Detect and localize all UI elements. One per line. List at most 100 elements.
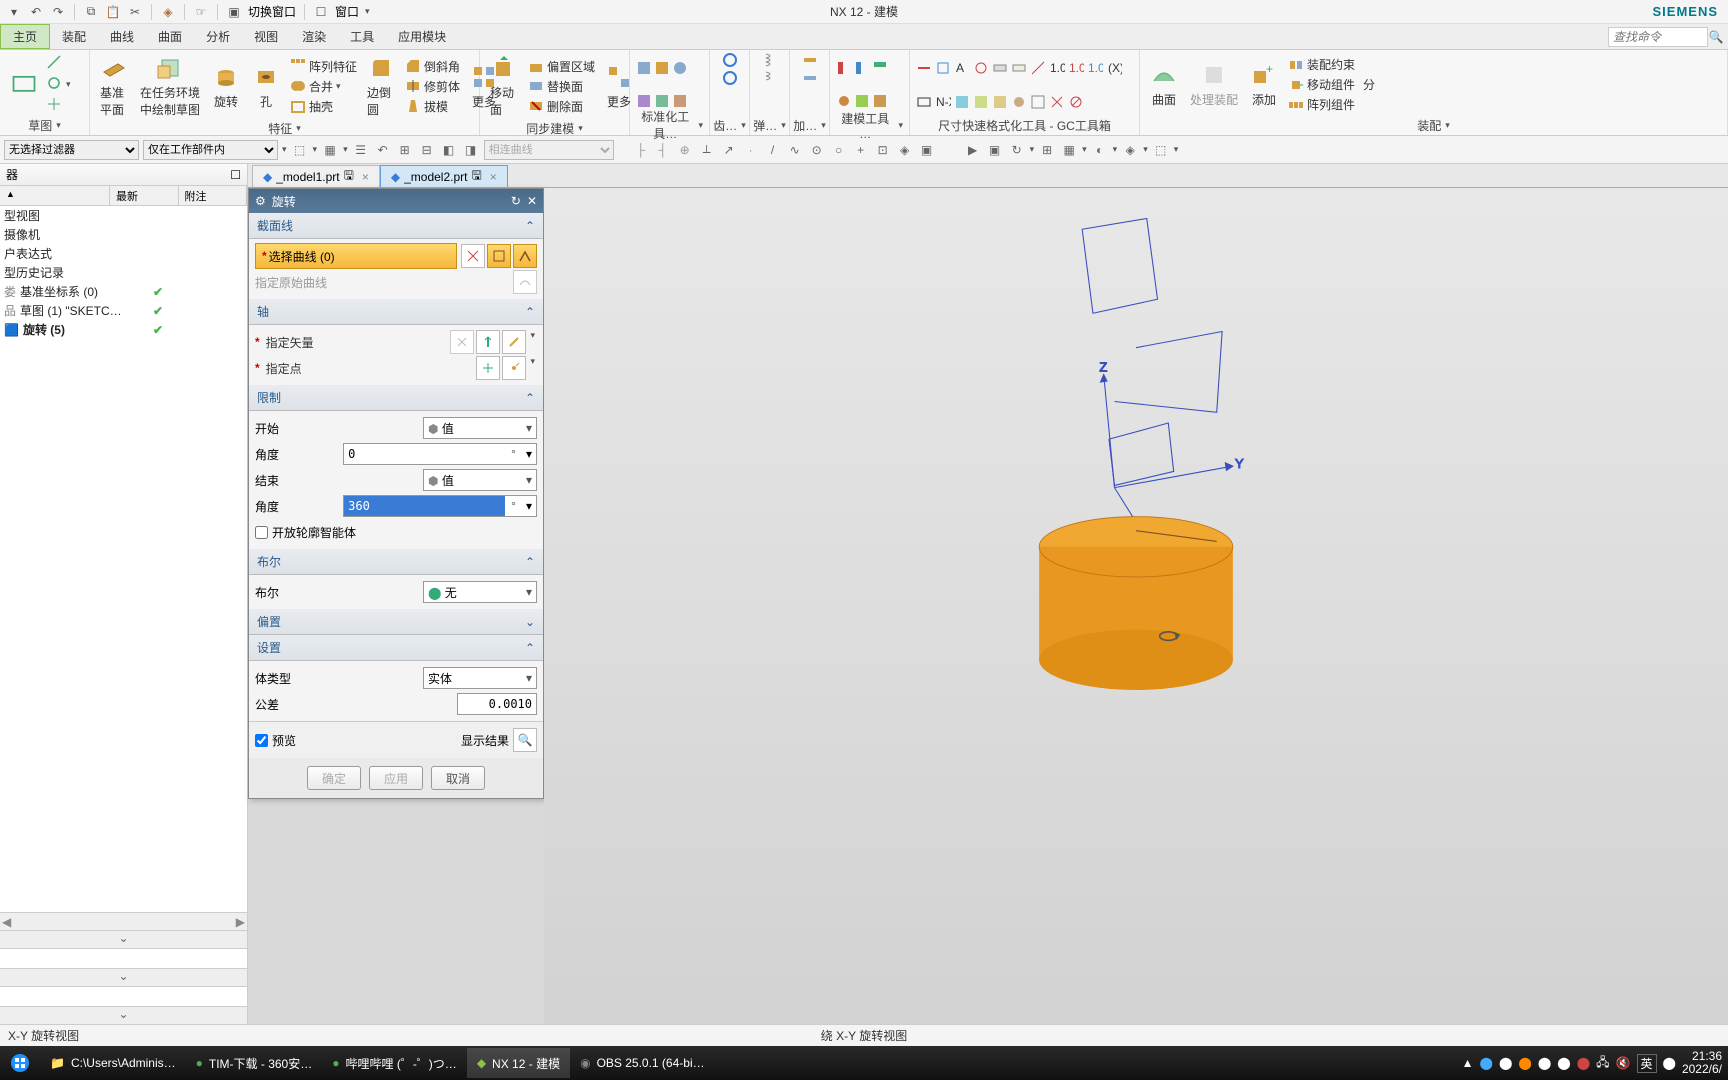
view-icon[interactable]: ◈ [1121,141,1139,159]
section-section-line[interactable]: 截面线⌃ [249,213,543,239]
snap-icon[interactable]: + [852,141,870,159]
sketch-rect-button[interactable] [6,69,42,101]
move-component-button[interactable]: 移动组件 [1286,75,1357,94]
chevron-down-icon[interactable]: ⌄ [525,615,535,629]
tree-row[interactable]: 型视图 [0,206,247,225]
ime-indicator[interactable]: 英 [1637,1054,1657,1073]
start-angle-input[interactable]: °▾ [343,443,537,465]
view-icon[interactable]: ↻ [1008,141,1026,159]
std-tool-icon[interactable] [636,60,652,76]
filter-icon[interactable]: ▦ [321,141,339,159]
volume-icon[interactable]: 🔇 [1616,1056,1631,1070]
pattern-component-button[interactable]: 阵列组件 [1286,95,1357,114]
show-result-button[interactable]: 🔍 [513,728,537,752]
reset-icon[interactable]: ↻ [511,194,521,208]
scope-filter[interactable]: 仅在工作部件内 [143,140,278,160]
bool-combo[interactable]: ⬤ 无▾ [423,581,537,603]
vector-constructor-button[interactable] [476,330,500,354]
cancel-button[interactable]: 取消 [431,766,485,790]
add-tool-icon[interactable] [802,52,818,68]
datum-plane-button[interactable]: 基准平面 [96,52,132,120]
section-axis[interactable]: 轴⌃ [249,299,543,325]
section-settings[interactable]: 设置⌃ [249,635,543,661]
nav-tree[interactable]: 型视图 摄像机 户表达式 型历史记录 娄基准坐标系 (0)✔ 品草图 (1) "… [0,206,247,912]
dim-tool-icon[interactable]: (X) [1106,60,1122,76]
tab-home[interactable]: 主页 [0,24,50,49]
sketch-env-button[interactable]: 在任务环境 中绘制草图 [136,52,204,120]
trim-button[interactable]: 修剪体 [403,77,462,96]
tab-surface[interactable]: 曲面 [146,24,194,49]
search-icon[interactable]: 🔍 [1708,29,1724,45]
dim-tool-icon[interactable] [1030,94,1046,110]
tray-icon[interactable]: ⬤ [1663,1056,1676,1070]
dim-tool-icon[interactable] [954,94,970,110]
snap-icon[interactable]: ∿ [786,141,804,159]
redo-icon[interactable]: ↷ [50,4,66,20]
draft-button[interactable]: 拔模 [403,97,462,116]
taskbar-item[interactable]: ●TIM-下载 - 360安… [186,1048,323,1078]
tolerance-input[interactable] [457,693,537,715]
tree-row[interactable]: 户表达式 [0,244,247,263]
reverse-vector-button[interactable] [450,330,474,354]
taskbar-item[interactable]: ◉OBS 25.0.1 (64-bi… [570,1048,715,1078]
end-combo[interactable]: ⬢ 值▾ [423,469,537,491]
tray-icon[interactable]: ⬤ [1499,1056,1512,1070]
hole-button[interactable]: 孔 [248,61,284,112]
tray-icon[interactable]: ⬤ [1577,1056,1590,1070]
curve-rule-button[interactable] [487,244,511,268]
dim-tool-icon[interactable] [916,60,932,76]
chevron-up-icon[interactable]: ⌃ [525,641,535,655]
snap-icon[interactable]: ↗ [720,141,738,159]
snap-icon[interactable]: ▣ [918,141,936,159]
std-tool-icon[interactable] [672,60,688,76]
shield-icon[interactable]: ◈ [160,4,176,20]
nav-scrollbar[interactable]: ◀▶ [0,912,247,930]
command-search-input[interactable] [1608,27,1708,47]
snap-icon[interactable]: ◈ [896,141,914,159]
dim-tool-icon[interactable]: 1.00 [1087,60,1103,76]
end-angle-input[interactable]: °▾ [343,495,537,517]
open-profile-checkbox[interactable]: 开放轮廓智能体 [255,519,537,545]
std-tool-icon[interactable] [654,93,670,109]
model-tool-icon[interactable] [872,93,888,109]
panel-collapse[interactable]: ⌄ [0,968,247,986]
taskbar-item[interactable]: 📁C:\Users\Adminis… [40,1048,186,1078]
dim-tool-icon[interactable] [1011,60,1027,76]
undo-icon[interactable]: ↶ [28,4,44,20]
view-icon[interactable]: ⊞ [1038,141,1056,159]
col-notes[interactable]: 附注 [179,186,248,205]
tree-row[interactable]: 🟦旋转 (5)✔ [0,320,247,339]
surface-button[interactable]: 曲面 [1146,59,1182,110]
tray-icon[interactable]: ⬤ [1518,1056,1531,1070]
snap-icon[interactable]: ⟂ [698,141,716,159]
tray-icon[interactable]: ⬤ [1557,1056,1570,1070]
dim-tool-icon[interactable] [1049,94,1065,110]
dim-tool-icon[interactable] [973,60,989,76]
close-icon[interactable]: × [362,170,369,184]
dialog-titlebar[interactable]: ⚙旋转 ↻✕ [249,189,543,213]
col-name[interactable]: ▲ [0,186,110,205]
view-icon[interactable]: ▣ [986,141,1004,159]
show-result-label[interactable]: 显示结果 [461,732,509,749]
model-tool-icon[interactable] [836,60,852,76]
dim-tool-icon[interactable] [916,94,932,110]
filter-icon[interactable]: ◧ [440,141,458,159]
touch-icon[interactable]: ☞ [193,4,209,20]
tray-icon[interactable]: ▲ [1462,1056,1474,1070]
start-button[interactable] [0,1046,40,1080]
model-tool-icon[interactable] [854,60,870,76]
clock[interactable]: 21:36 2022/6/ [1682,1050,1722,1076]
tray-icon[interactable]: ⬤ [1538,1056,1551,1070]
tree-row[interactable]: 摄像机 [0,225,247,244]
std-tool-icon[interactable] [636,93,652,109]
qat-icon[interactable]: ▾ [6,4,22,20]
delete-face-button[interactable]: 删除面 [526,97,597,116]
close-icon[interactable]: × [490,170,497,184]
filter-icon[interactable]: ☰ [352,141,370,159]
snap-icon[interactable]: ○ [830,141,848,159]
view-icon[interactable]: ▦ [1060,141,1078,159]
section-limits[interactable]: 限制⌃ [249,385,543,411]
tree-row[interactable]: 型历史记录 [0,263,247,282]
edge-blend-button[interactable]: 边倒圆 [363,52,399,120]
preview-checkbox[interactable]: 预览 [255,732,296,749]
